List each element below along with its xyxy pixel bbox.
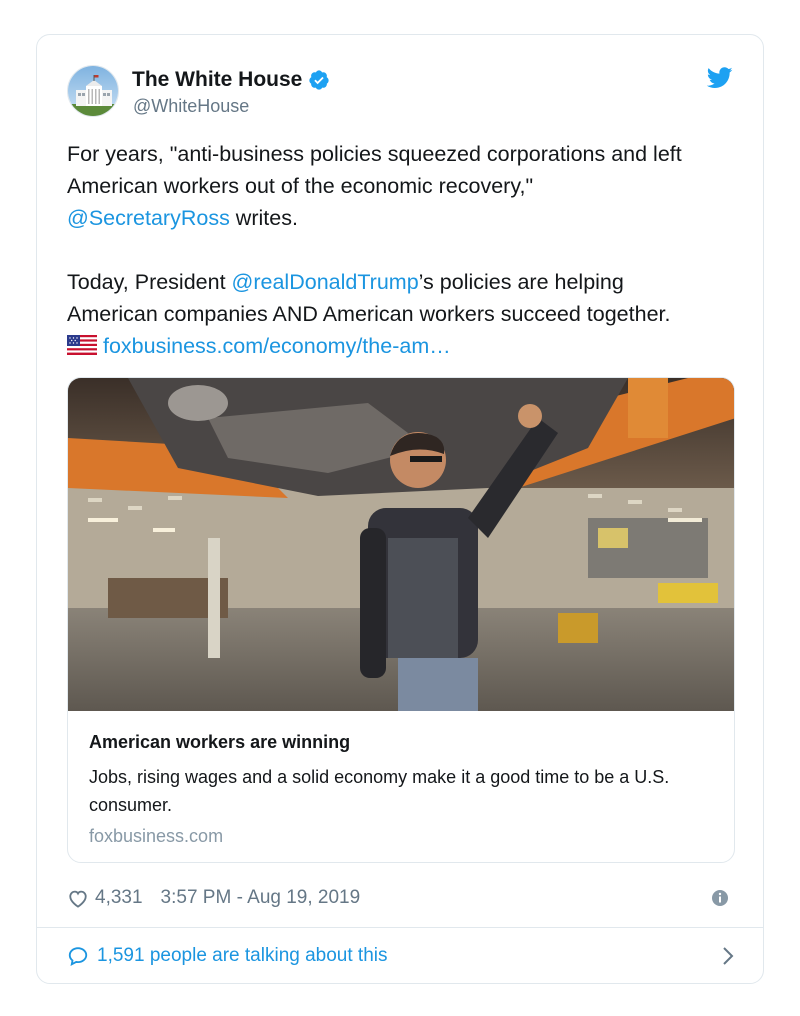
us-flag-icon <box>67 335 97 355</box>
talking-count-text: 1,591 people are talking about this <box>97 945 388 966</box>
mention-secretaryross-link[interactable]: @SecretaryRoss <box>67 206 230 230</box>
article-link[interactable]: foxbusiness.com/economy/the-am… <box>103 334 451 358</box>
tweet-line: American workers out of the economic rec… <box>67 174 534 198</box>
tweet-line: foxbusiness.com/economy/the-am… <box>67 330 747 362</box>
author-avatar[interactable] <box>67 65 119 117</box>
author-handle[interactable]: @WhiteHouse <box>133 96 249 117</box>
tweet-text-fragment: writes. <box>229 206 298 230</box>
chevron-right-icon <box>723 947 734 965</box>
tweet-line: For years, "anti-business policies squee… <box>67 142 682 166</box>
tweet-card: The White House @WhiteHouse For years, "… <box>36 34 764 984</box>
twitter-bird-icon[interactable] <box>707 67 733 89</box>
heart-icon[interactable] <box>67 888 89 908</box>
card-domain: foxbusiness.com <box>89 826 224 846</box>
tweet-line: American companies AND American workers … <box>67 302 671 326</box>
tweet-timestamp[interactable]: 3:57 PM - Aug 19, 2019 <box>161 887 361 909</box>
author-name[interactable]: The White House <box>132 68 330 92</box>
author-name-text: The White House <box>132 68 303 91</box>
tweet-text: For years, "anti-business policies squee… <box>67 138 747 362</box>
divider <box>37 927 763 928</box>
tweet-line: Today, President @realDonaldTrump’s poli… <box>67 266 747 298</box>
link-preview-card[interactable]: American workers are winning Jobs, risin… <box>67 377 735 863</box>
factory-worker-image <box>68 378 734 711</box>
tweet-meta: 4,331 3:57 PM - Aug 19, 2019 <box>67 885 360 911</box>
tweet-line: @SecretaryRoss writes. <box>67 202 747 234</box>
conversation-link[interactable]: 1,591 people are talking about this <box>67 941 735 971</box>
mention-realdonaldtrump-link[interactable]: @realDonaldTrump <box>232 270 419 294</box>
comment-icon <box>68 947 88 966</box>
card-title: American workers are winning <box>89 732 351 752</box>
tweet-text-fragment: ’s policies are helping <box>418 270 624 294</box>
card-description: Jobs, rising wages and a solid economy m… <box>89 767 670 815</box>
verified-badge-icon <box>309 70 329 90</box>
info-icon[interactable] <box>711 889 729 907</box>
tweet-text-fragment: Today, President <box>67 270 232 294</box>
like-count[interactable]: 4,331 <box>95 887 143 909</box>
